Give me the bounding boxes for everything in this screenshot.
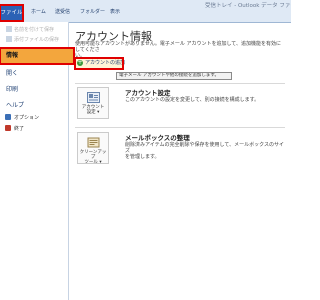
mailbox-cleanup-title: メールボックスの整理 <box>125 134 190 142</box>
add-account-tooltip: 電子メール アカウントや他の接続を追加します。 <box>116 72 232 80</box>
tab-home[interactable]: ホーム <box>31 8 46 15</box>
account-settings-tile-label: アカウント 設定 ▾ <box>78 105 108 115</box>
account-settings-title: アカウント設定 <box>125 89 171 97</box>
tab-view[interactable]: 表示 <box>110 8 120 15</box>
mailbox-cleanup-desc-line-1: 削除済みアイテムの完全削除や保存を使用して、メールボックスのサイズ <box>125 142 284 154</box>
options-icon <box>5 114 11 120</box>
cleanup-tools-tile-label: クリーンアップ ツール ▾ <box>78 150 108 165</box>
exit-label: 終了 <box>14 126 25 132</box>
add-icon: + <box>77 59 83 66</box>
account-settings-button[interactable]: アカウント 設定 ▾ <box>77 87 109 119</box>
cleanup-tools-tile-label-2: ツール ▾ <box>84 160 102 165</box>
divider <box>75 127 285 128</box>
save-as-icon <box>6 26 12 32</box>
nav-open[interactable]: 開く <box>0 68 74 77</box>
window-title: 受信トレイ - Outlook データ ファイ <box>205 3 291 9</box>
nav-info[interactable]: 情報 <box>0 47 75 65</box>
mailbox-cleanup-desc-line-2: を管理します。 <box>125 154 160 160</box>
save-as-label: 名前を付けて保存 <box>14 27 55 33</box>
nav-help[interactable]: ヘルプ <box>0 100 74 109</box>
tab-send-receive[interactable]: 送受信 <box>55 8 70 15</box>
ribbon-tab-bar: ファイル ホーム 送受信 フォルダー 表示 受信トレイ - Outlook デー… <box>0 0 291 23</box>
cleanup-tools-tile-label-1: クリーンアップ <box>79 150 107 160</box>
options-label: オプション <box>14 115 40 121</box>
no-account-message-line-1: 使用可能なアカウントがありません。電子メール アカウントを追加して、追加機能を有… <box>75 41 282 53</box>
save-attachments-label: 添付ファイルの保存 <box>14 37 60 43</box>
attachment-icon <box>6 36 12 42</box>
exit-icon <box>5 125 11 131</box>
divider <box>75 83 285 84</box>
file-tab[interactable]: ファイル <box>0 4 24 22</box>
account-settings-icon <box>87 92 100 103</box>
no-account-message: 使用可能なアカウントがありません。電子メール アカウントを追加して、追加機能を有… <box>75 41 285 59</box>
mailbox-cleanup-desc: 削除済みアイテムの完全削除や保存を使用して、メールボックスのサイズ を管理します… <box>125 142 285 160</box>
account-info-panel: アカウント情報 使用可能なアカウントがありません。電子メール アカウントを追加し… <box>69 22 291 300</box>
cleanup-tools-button[interactable]: クリーンアップ ツール ▾ <box>77 132 109 165</box>
backstage-menu: 名前を付けて保存 添付ファイルの保存 情報 開く 印刷 ヘルプ オプション 終了 <box>0 22 75 300</box>
outlook-backstage: ファイル ホーム 送受信 フォルダー 表示 受信トレイ - Outlook デー… <box>0 0 291 300</box>
account-settings-tile-label-2: 設定 ▾ <box>86 110 100 115</box>
nav-print[interactable]: 印刷 <box>0 84 74 93</box>
add-account-button[interactable]: + アカウントの追加 <box>74 57 126 70</box>
add-account-label: アカウントの追加 <box>85 60 126 66</box>
tab-folder[interactable]: フォルダー <box>80 8 105 15</box>
cleanup-tools-icon <box>87 137 100 148</box>
account-settings-desc: このアカウントの設定を変更して、別の接続を構成します。 <box>125 97 260 103</box>
